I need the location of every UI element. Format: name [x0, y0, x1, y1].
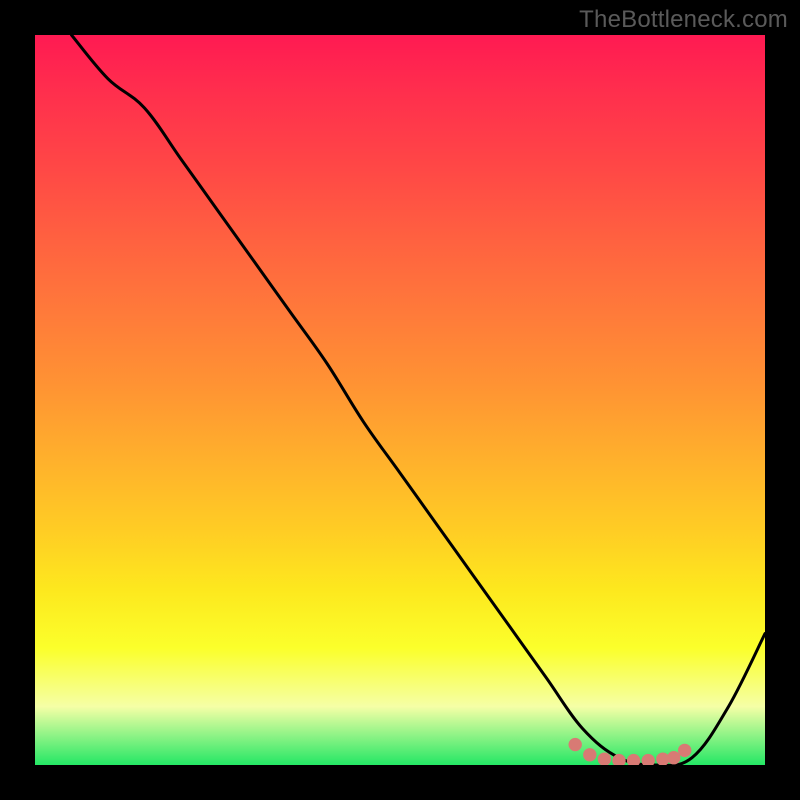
- min-region-dot: [657, 753, 669, 765]
- min-region-dot: [668, 752, 680, 764]
- watermark-text: TheBottleneck.com: [579, 6, 788, 34]
- min-region-dots: [569, 738, 691, 765]
- min-region-dot: [569, 738, 581, 750]
- min-region-dot: [642, 754, 654, 765]
- curve-svg: [35, 35, 765, 765]
- min-region-dot: [598, 753, 610, 765]
- chart-frame: TheBottleneck.com: [0, 0, 800, 800]
- bottleneck-curve: [72, 35, 766, 765]
- min-region-dot: [627, 754, 639, 765]
- plot-area: [35, 35, 765, 765]
- min-region-dot: [613, 754, 625, 765]
- min-region-dot: [584, 749, 596, 761]
- min-region-dot: [679, 744, 691, 756]
